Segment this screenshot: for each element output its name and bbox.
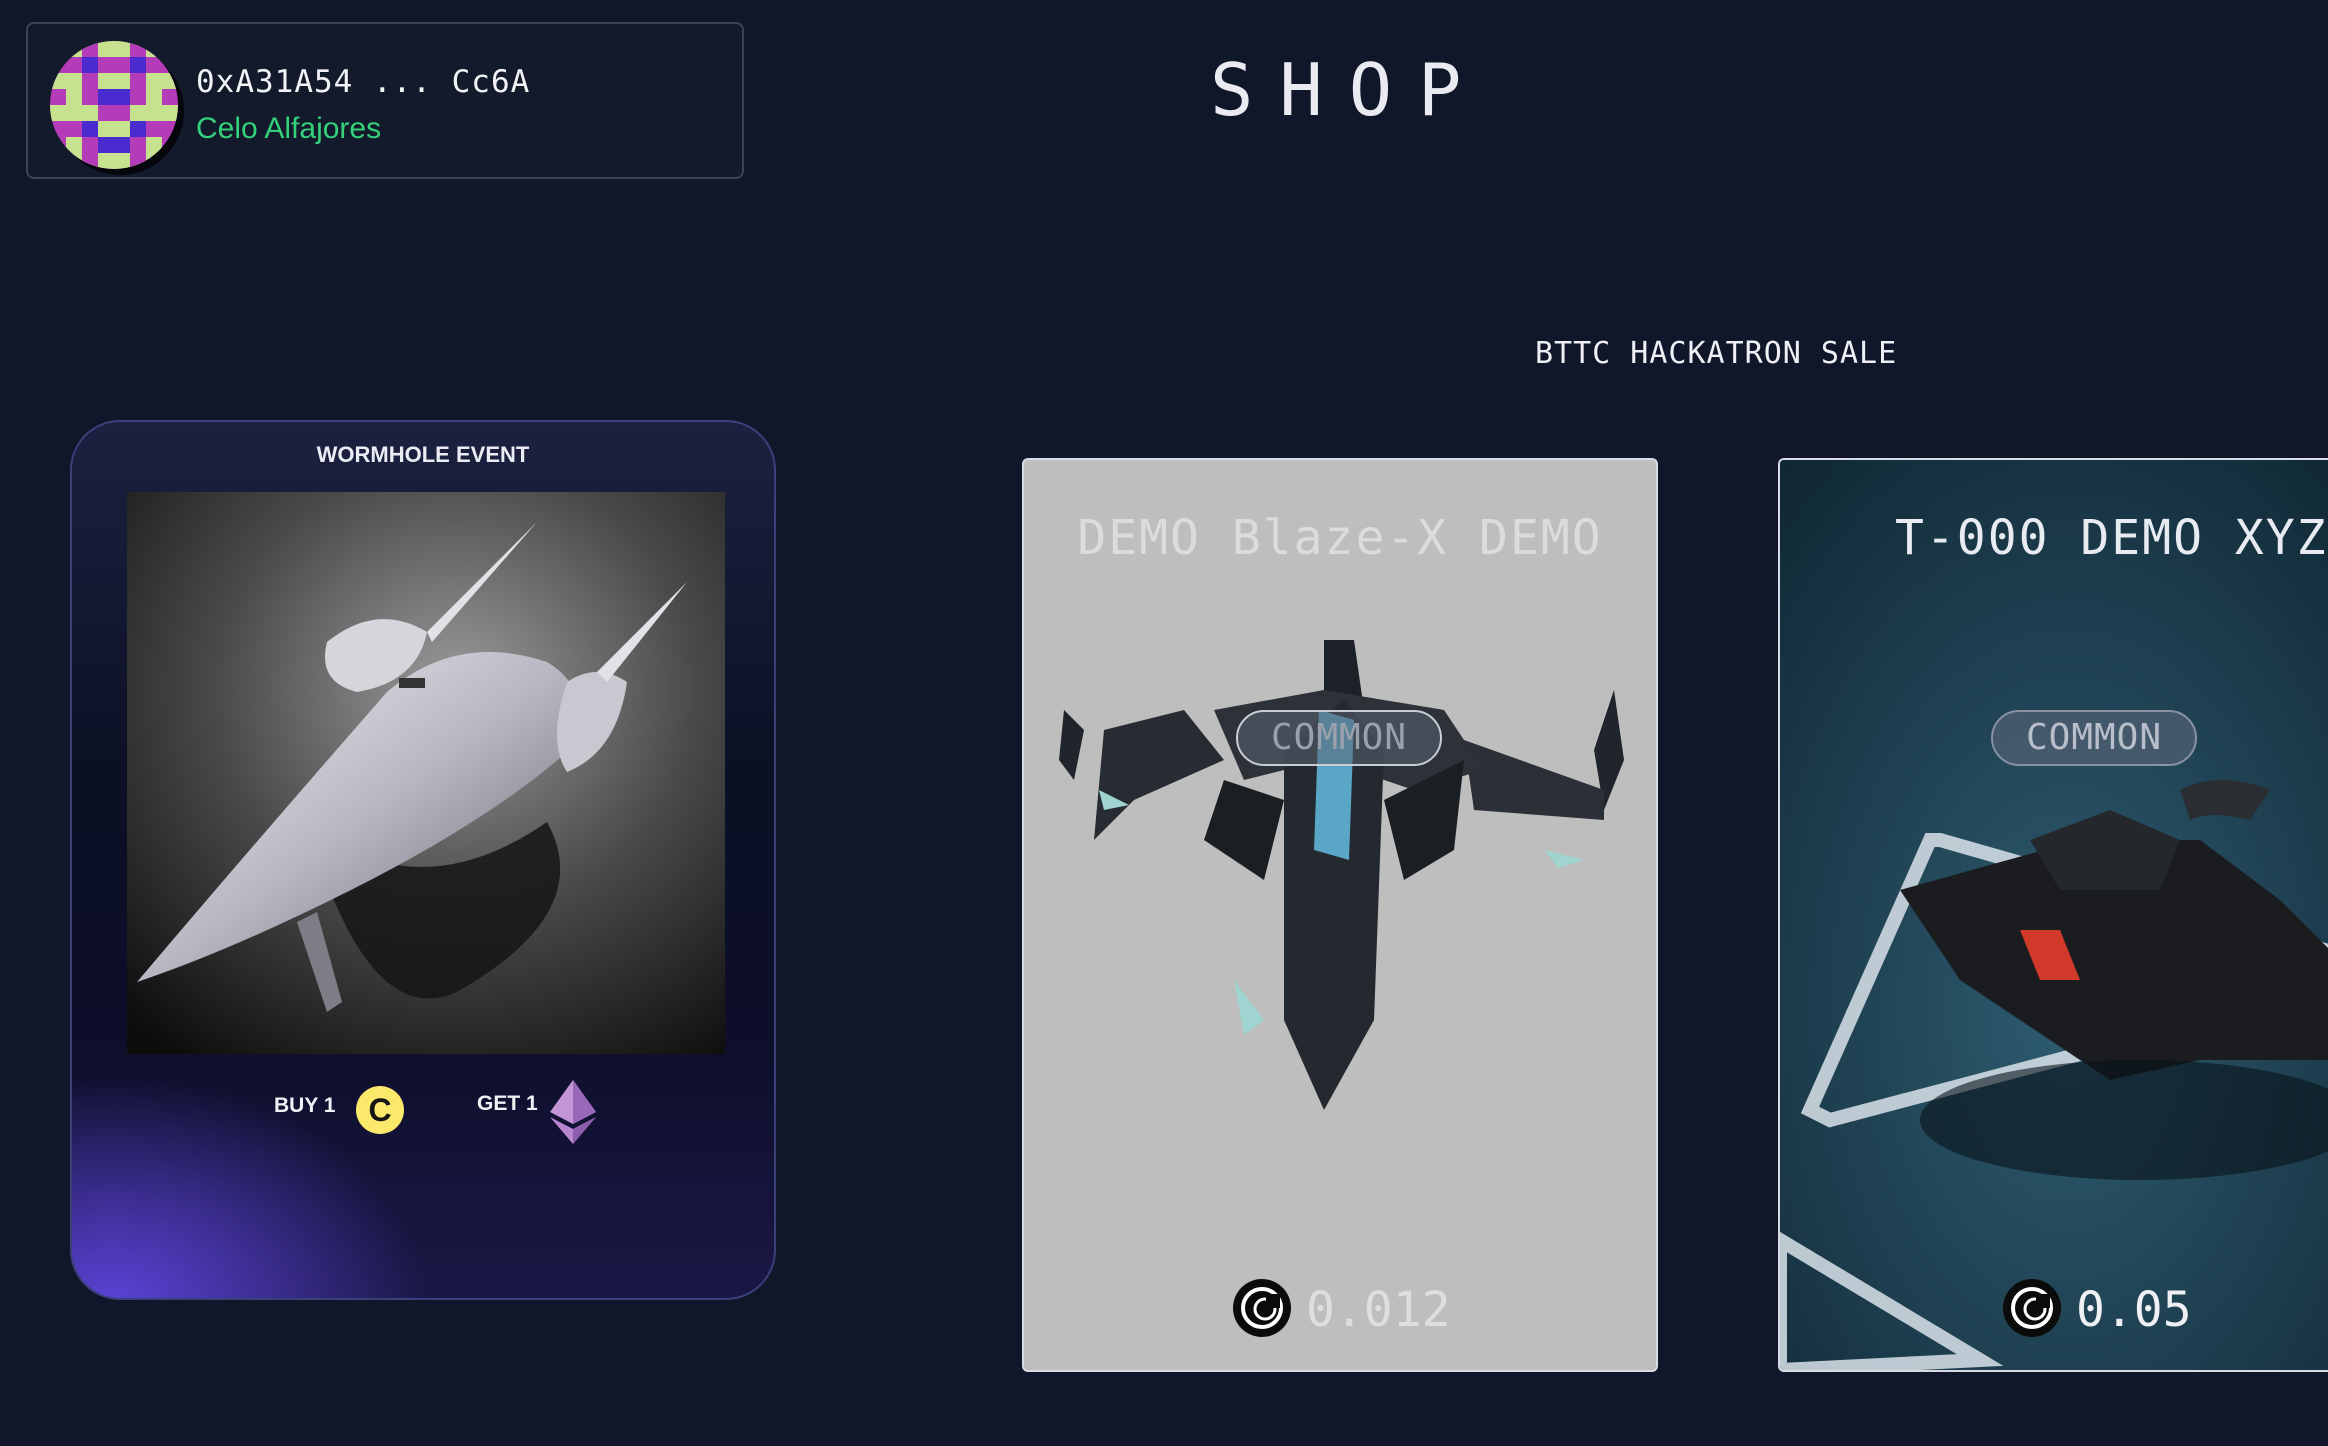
bttc-coin-icon	[2002, 1278, 2062, 1342]
event-ship-image	[127, 492, 725, 1054]
rarity-badge: COMMON	[1991, 710, 2197, 766]
sale-title: BTTC HACKATRON SALE	[1535, 336, 1898, 371]
celo-coin-icon: C	[356, 1086, 404, 1134]
wallet-panel[interactable]: 0xA31A54 ... Cc6A Celo Alfajores	[26, 22, 744, 179]
ship-name: T-000 DEMO XYZ	[1895, 510, 2328, 566]
price-value: 0.012	[1306, 1282, 1451, 1338]
bttc-coin-icon	[1232, 1278, 1292, 1342]
ship-image	[1780, 460, 2328, 1370]
page-title: SHOP	[1210, 48, 1488, 132]
rarity-badge: COMMON	[1236, 710, 1442, 766]
ship-name: DEMO Blaze-X DEMO	[1077, 510, 1603, 566]
wallet-address: 0xA31A54 ... Cc6A	[196, 64, 531, 100]
avatar	[50, 41, 178, 169]
ship-card[interactable]: T-000 DEMO XYZ COMMON 0.05	[1778, 458, 2328, 1372]
ship-card[interactable]: DEMO Blaze-X DEMO COMMON 0.012	[1022, 458, 1658, 1372]
network-name: Celo Alfajores	[196, 112, 382, 145]
ship-image	[1059, 640, 1624, 1110]
buy-label: BUY 1	[274, 1094, 336, 1117]
price-value: 0.05	[2076, 1282, 2192, 1338]
get-label: GET 1	[477, 1092, 538, 1115]
ethereum-icon	[550, 1080, 596, 1150]
promo-offer: BUY 1 C GET 1	[72, 1080, 774, 1144]
event-title: WORMHOLE EVENT	[316, 442, 530, 467]
event-card[interactable]: WORMHOLE EVENT BUY 1 C GET 1	[70, 420, 776, 1300]
